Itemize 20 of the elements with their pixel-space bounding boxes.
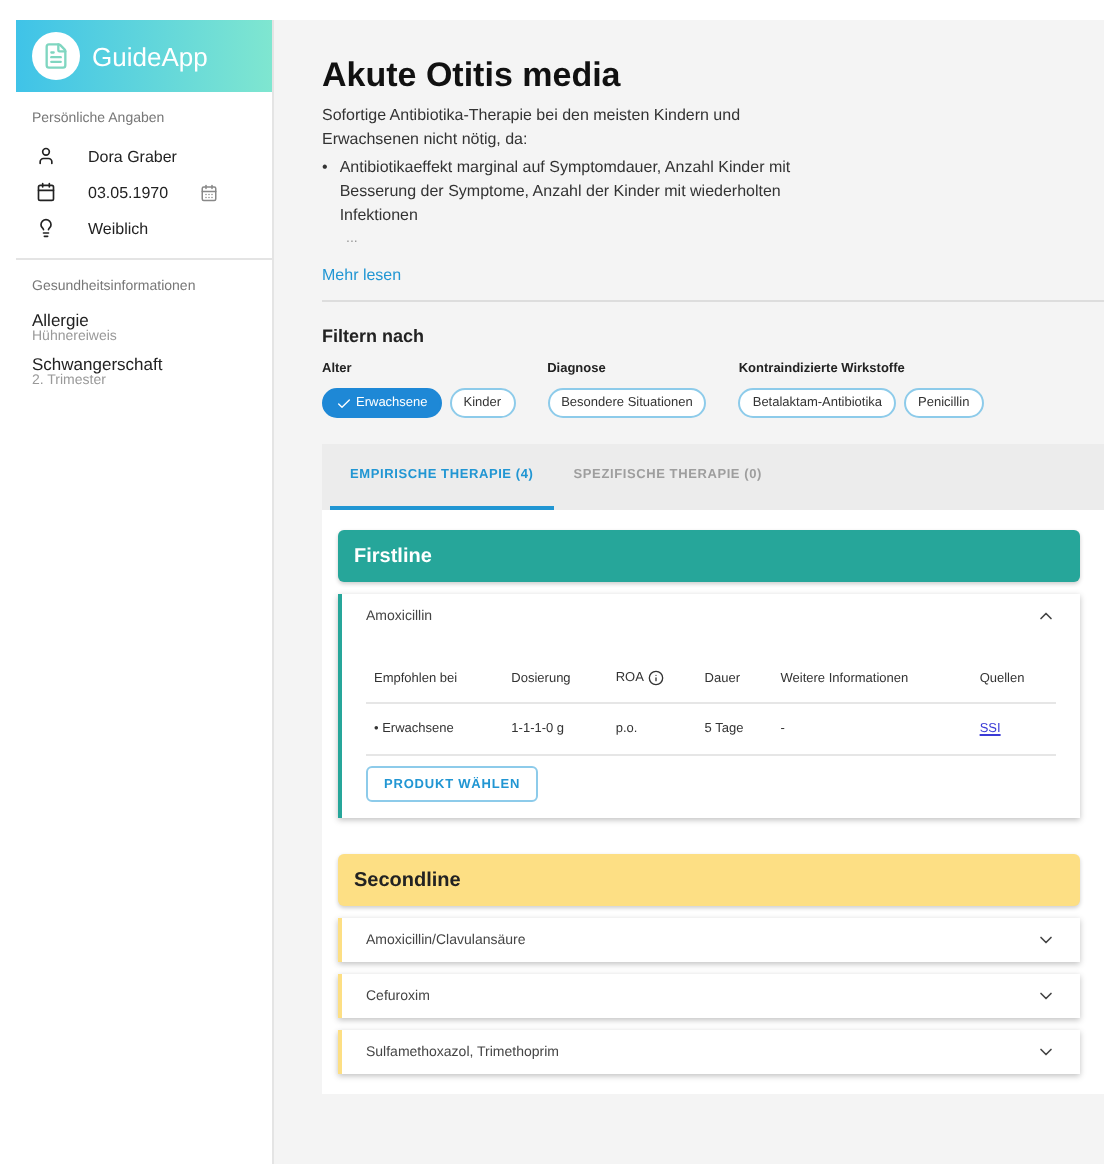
- health-label: Allergie: [30, 308, 89, 330]
- section-header: Firstline: [338, 530, 1080, 582]
- personal-value: Dora Graber: [88, 147, 177, 165]
- date-icon: [36, 182, 56, 202]
- gender-icon: [36, 218, 56, 238]
- section-header: Secondline: [338, 854, 1080, 906]
- bullet-marker: •: [322, 156, 328, 180]
- bullet-text: Antibiotikaeffekt marginal auf Symptomdauer, Anzahl Kinder mit Besserung der Symptome, Anzahl der Kinder mit wiederholten Infektionen: [339, 156, 793, 228]
- personal-value: Weiblich: [88, 219, 149, 237]
- info-icon[interactable]: [647, 670, 664, 686]
- personal-value: 03.05.1970: [88, 183, 169, 201]
- app-name: GuideApp: [92, 41, 208, 71]
- filter-title: Filtern nach: [322, 326, 427, 346]
- calendar-icon[interactable]: [200, 183, 219, 201]
- person-icon: [36, 146, 56, 166]
- intro-text: Sofortige Antibiotika-Therapie bei den meisten Kindern und Erwachsenen nicht nötig, da:: [322, 104, 743, 152]
- health-label: Schwangerschaft: [30, 352, 165, 374]
- check-icon: [336, 395, 352, 411]
- logo-icon: [32, 32, 80, 80]
- page-title: Akute Otitis media: [322, 56, 623, 96]
